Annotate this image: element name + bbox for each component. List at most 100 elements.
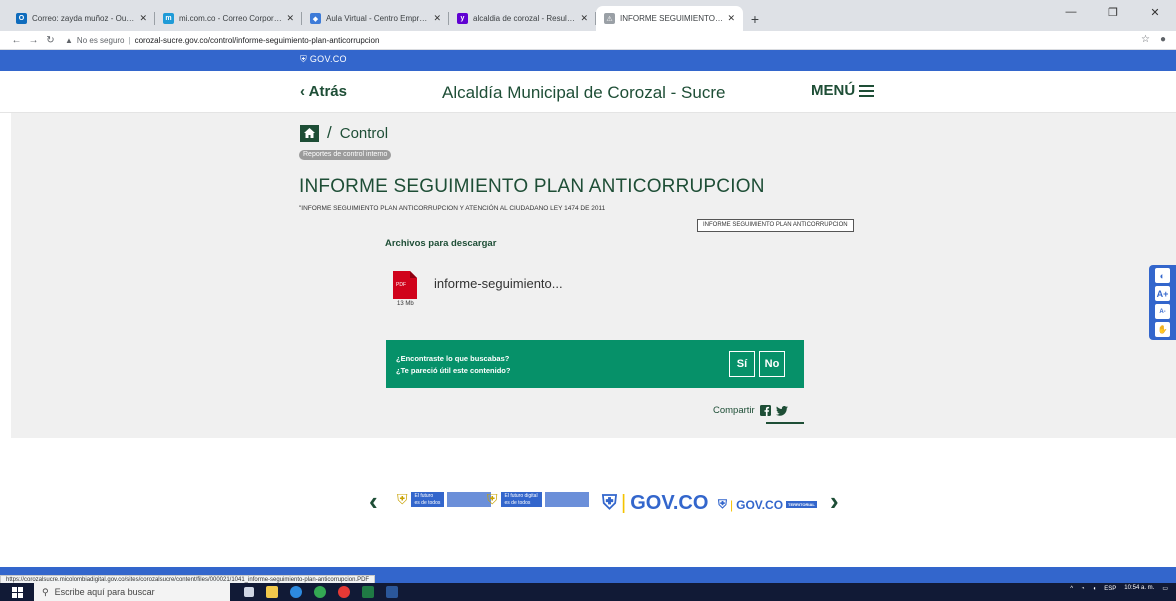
share-label: Compartir bbox=[713, 405, 755, 416]
twitter-icon[interactable] bbox=[775, 405, 788, 416]
downloads-heading: Archivos para descargar bbox=[385, 238, 497, 249]
close-tab-icon[interactable]: ✕ bbox=[727, 13, 735, 24]
gov-bar: ⛨ GOV.CO bbox=[0, 50, 1176, 71]
category-tag[interactable]: Reportes de control interno bbox=[299, 150, 392, 160]
breadcrumb-separator: / bbox=[327, 123, 332, 142]
tray-chevron-icon[interactable]: ^ bbox=[1070, 586, 1073, 592]
clock[interactable]: 10:54 a. m. bbox=[1124, 585, 1154, 592]
language-indicator[interactable]: ESP bbox=[1104, 586, 1116, 592]
close-tab-icon[interactable]: ✕ bbox=[580, 13, 588, 24]
url-text: corozal-sucre.gov.co/control/informe-seg… bbox=[134, 35, 380, 45]
yahoo-icon: y bbox=[457, 13, 468, 24]
facebook-icon[interactable] bbox=[759, 405, 771, 416]
sign-language-icon[interactable]: ✋ bbox=[1155, 322, 1170, 337]
url-separator: | bbox=[128, 35, 131, 45]
gov-shield-icon: ⛨ bbox=[602, 492, 617, 514]
increase-font-icon[interactable]: A+ bbox=[1155, 286, 1170, 301]
forward-arrow-icon[interactable]: → bbox=[25, 35, 42, 46]
taskbar-search[interactable]: ⚲ Escribe aquí para buscar bbox=[34, 583, 230, 601]
task-view-icon[interactable] bbox=[244, 587, 254, 597]
carousel-prev-icon[interactable]: ‹ bbox=[369, 486, 378, 517]
feedback-question-1: ¿Encontraste lo que buscabas? bbox=[396, 354, 510, 363]
close-tab-icon[interactable]: ✕ bbox=[433, 13, 441, 24]
decrease-font-icon[interactable]: A- bbox=[1155, 304, 1170, 319]
outlook-icon: O bbox=[16, 13, 27, 24]
browser-tab-bar: O Correo: zayda muñoz - Outlook ✕ m mi.com.c… bbox=[0, 0, 1176, 31]
carousel-next-icon[interactable]: › bbox=[830, 486, 839, 517]
logo-futuro-todos[interactable]: ⛨ El futuro es de todos bbox=[397, 491, 492, 508]
contrast-icon[interactable]: ◐ bbox=[1155, 268, 1170, 283]
main-content: / Control Reportes de control interno IN… bbox=[11, 113, 1176, 438]
gov-logo[interactable]: ⛨ GOV.CO bbox=[300, 54, 347, 65]
feedback-no-button[interactable]: No bbox=[759, 351, 785, 377]
chrome-icon[interactable] bbox=[314, 586, 326, 598]
file-explorer-icon[interactable] bbox=[266, 586, 278, 598]
window-controls: — ❐ ✕ bbox=[1050, 0, 1176, 31]
browser-tab-label: Correo: zayda muñoz - Outlook bbox=[32, 14, 136, 23]
home-icon[interactable] bbox=[300, 124, 319, 142]
browser-tab[interactable]: O Correo: zayda muñoz - Outlook ✕ bbox=[8, 6, 155, 31]
share-underline bbox=[766, 422, 804, 424]
site-title: Alcaldía Municipal de Corozal - Sucre bbox=[442, 83, 726, 102]
warning-icon[interactable]: ▲ bbox=[65, 36, 73, 45]
back-button[interactable]: ‹ Atrás bbox=[300, 83, 347, 100]
browser-tab-label: alcaldia de corozal - Resultados bbox=[473, 14, 577, 23]
site-header: ‹ Atrás Alcaldía Municipal de Corozal - … bbox=[0, 71, 1176, 113]
hamburger-icon bbox=[859, 84, 875, 97]
maximize-icon[interactable]: ❐ bbox=[1092, 0, 1134, 24]
browser-tab-label: mi.com.co - Correo Corporativo bbox=[179, 14, 283, 23]
browser-tab-label: INFORME SEGUIMIENTO PLAN A bbox=[620, 14, 723, 23]
word-icon[interactable] bbox=[386, 586, 398, 598]
browser-tab[interactable]: y alcaldia de corozal - Resultados ✕ bbox=[449, 6, 596, 31]
new-tab-button[interactable]: + bbox=[743, 6, 767, 31]
profile-icon[interactable]: ● bbox=[1160, 34, 1166, 45]
excel-icon[interactable] bbox=[362, 586, 374, 598]
minimize-icon[interactable]: — bbox=[1050, 0, 1092, 24]
windows-start-icon[interactable] bbox=[0, 583, 34, 601]
logo-futuro-digital[interactable]: ⛨ El futuro digital es de todos bbox=[487, 491, 589, 508]
page-icon: ⚠ bbox=[604, 13, 615, 24]
document-label-box: INFORME SEGUIMIENTO PLAN ANTICORRUPCION bbox=[697, 219, 854, 232]
reload-icon[interactable]: ↻ bbox=[42, 35, 59, 46]
accessibility-toolbar: ◐ A+ A- ✋ bbox=[1149, 265, 1176, 340]
pdf-type-label: PDF bbox=[396, 282, 406, 288]
breadcrumb: / Control bbox=[300, 123, 388, 143]
search-icon: ⚲ bbox=[42, 586, 49, 597]
not-secure-label: No es seguro bbox=[76, 35, 125, 45]
close-tab-icon[interactable]: ✕ bbox=[286, 13, 294, 24]
volume-icon[interactable]: ◖ bbox=[1093, 586, 1097, 592]
coat-of-arms-icon: ⛨ bbox=[397, 491, 408, 507]
opera-icon[interactable] bbox=[338, 586, 350, 598]
close-tab-icon[interactable]: ✕ bbox=[139, 13, 147, 24]
logo-gov-co-territorial[interactable]: ⛨ | GOV.CO TERRITORIAL bbox=[718, 497, 817, 512]
feedback-yes-button[interactable]: Sí bbox=[729, 351, 755, 377]
page-title: INFORME SEGUIMIENTO PLAN ANTICORRUPCION bbox=[299, 176, 765, 197]
file-size: 13 Mb bbox=[397, 301, 414, 307]
file-name-link[interactable]: informe-seguimiento... bbox=[434, 276, 563, 291]
address-bar: ← → ↻ ▲ No es seguro | corozal-sucre.gov… bbox=[0, 31, 1176, 50]
windows-taskbar: ⚲ Escribe aquí para buscar ^ ◔ ◖ ESP 10:… bbox=[0, 583, 1176, 601]
url-field[interactable]: ▲ No es seguro | corozal-sucre.gov.co/co… bbox=[65, 36, 379, 45]
notifications-icon[interactable]: ▭ bbox=[1162, 585, 1168, 592]
page-subtitle: "INFORME SEGUIMIENTO PLAN ANTICORRUPCION… bbox=[299, 205, 606, 212]
feedback-panel: ¿Encontraste lo que buscabas? ¿Te pareci… bbox=[386, 340, 804, 388]
gov-shield-icon: ⛨ bbox=[300, 54, 308, 64]
network-icon[interactable]: ◔ bbox=[1081, 586, 1085, 592]
footer-logos: ‹ ⛨ El futuro es de todos ⛨ El futuro dig… bbox=[0, 483, 1176, 523]
browser-tab[interactable]: ◆ Aula Virtual - Centro Empresarial ✕ bbox=[302, 6, 449, 31]
system-tray: ^ ◔ ◖ ESP 10:54 a. m. ▭ bbox=[1070, 585, 1168, 592]
moodle-icon: ◆ bbox=[310, 13, 321, 24]
close-window-icon[interactable]: ✕ bbox=[1134, 0, 1176, 24]
mail-icon: m bbox=[163, 13, 174, 24]
gov-shield-icon: ⛨ bbox=[718, 497, 728, 511]
menu-button[interactable]: MENÚ bbox=[811, 82, 875, 99]
browser-tab[interactable]: ⚠ INFORME SEGUIMIENTO PLAN A ✕ bbox=[596, 6, 743, 31]
logo-gov-co[interactable]: ⛨ | GOV.CO bbox=[602, 492, 708, 515]
edge-icon[interactable] bbox=[290, 586, 302, 598]
back-arrow-icon[interactable]: ← bbox=[8, 35, 25, 46]
bookmark-star-icon[interactable]: ☆ bbox=[1141, 34, 1150, 45]
browser-tab[interactable]: m mi.com.co - Correo Corporativo ✕ bbox=[155, 6, 302, 31]
share-section: Compartir bbox=[713, 405, 788, 416]
pdf-file-icon[interactable]: PDF bbox=[393, 271, 417, 304]
breadcrumb-current[interactable]: Control bbox=[340, 125, 388, 142]
